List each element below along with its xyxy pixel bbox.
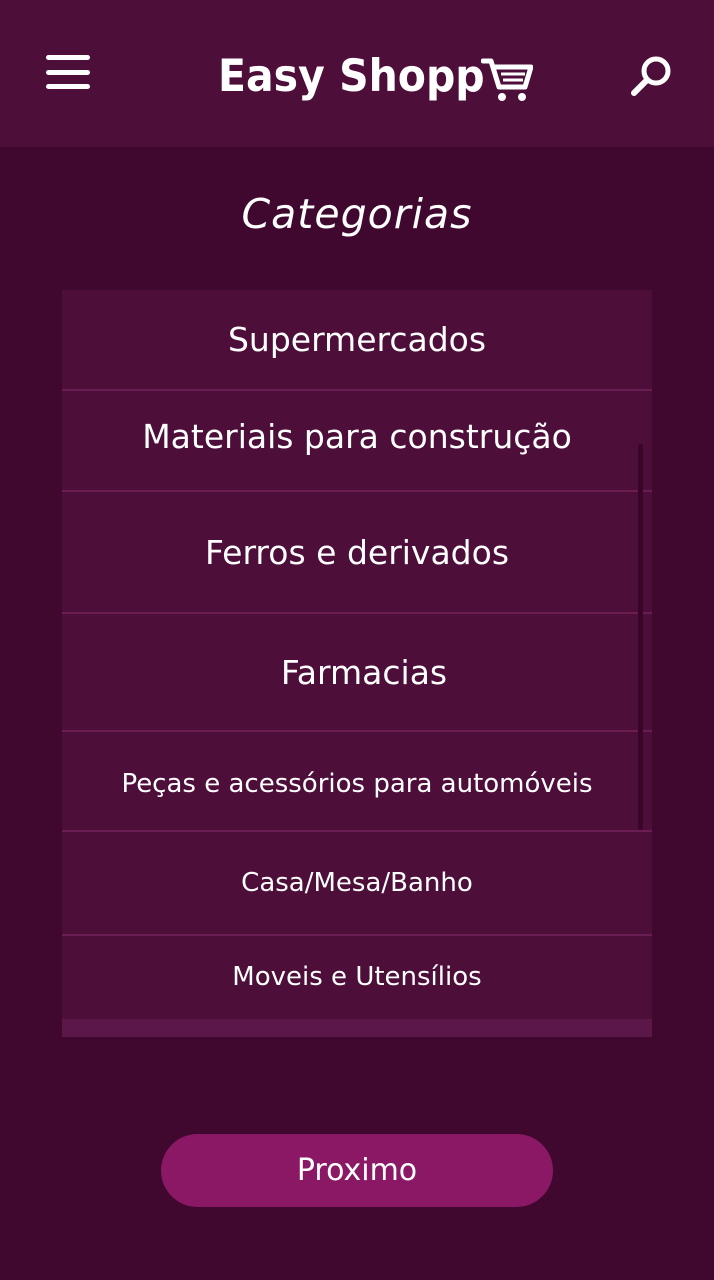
app-logo: Easy Shopp — [218, 46, 533, 106]
app-header: Easy Shopp — [0, 0, 714, 147]
shopping-cart-icon — [480, 58, 533, 101]
category-label: Materiais para construção — [142, 417, 572, 456]
category-item-supermercados[interactable]: Supermercados — [62, 290, 652, 389]
next-button-label: Proximo — [296, 1153, 418, 1188]
category-item-casa-mesa-banho[interactable]: Casa/Mesa/Banho — [62, 832, 652, 934]
list-scrollbar[interactable] — [638, 444, 643, 830]
category-label: Casa/Mesa/Banho — [241, 868, 473, 898]
category-label: Peças e acessórios para automóveis — [121, 769, 593, 799]
category-item-moveis-e-utensilios[interactable]: Moveis e Utensílios — [62, 936, 652, 1019]
category-list[interactable]: Supermercados Materiais para construção … — [62, 290, 652, 1037]
category-label: Farmacias — [280, 652, 448, 692]
hamburger-menu-icon[interactable] — [46, 55, 90, 89]
category-item-materiais-para-construcao[interactable]: Materiais para construção — [62, 391, 652, 490]
category-label: Supermercados — [227, 320, 487, 359]
category-item-farmacias[interactable]: Farmacias — [62, 614, 652, 730]
logo-text: Easy Shopp — [218, 50, 485, 102]
search-icon[interactable] — [628, 52, 676, 100]
page-title: Categorias — [241, 190, 473, 238]
next-button[interactable]: Proximo — [161, 1134, 553, 1207]
category-item-ferros-e-derivados[interactable]: Ferros e derivados — [62, 492, 652, 612]
category-item-pecas-e-acessorios[interactable]: Peças e acessórios para automóveis — [62, 732, 652, 830]
list-footer-strip — [62, 1019, 652, 1037]
category-label: Ferros e derivados — [204, 532, 510, 572]
category-label: Moveis e Utensílios — [232, 961, 482, 992]
